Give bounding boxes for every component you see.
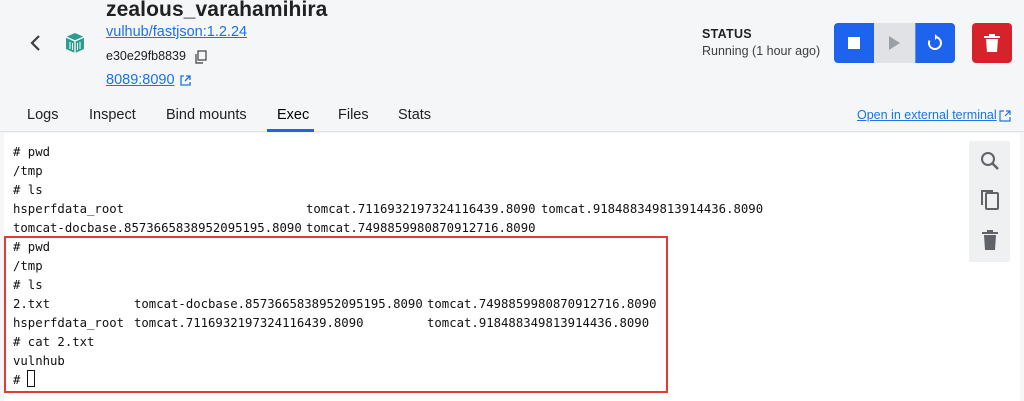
search-icon [981,152,999,170]
trash-icon [984,34,1000,52]
trash-icon [982,230,998,250]
back-button[interactable] [24,30,46,56]
container-id: e30e29fb8839 [106,49,186,63]
external-link-icon[interactable] [179,74,192,87]
status-value: Running (1 hour ago) [702,44,821,58]
delete-button[interactable] [972,23,1012,63]
restart-button[interactable] [914,23,955,63]
copy-output-button[interactable] [979,189,1001,211]
tab-files[interactable]: Files [338,107,369,123]
terminal-line: /tmp [13,164,43,178]
copy-icon[interactable] [194,50,208,64]
container-name: zealous_varahamihira [106,0,328,21]
stop-button[interactable] [834,23,875,63]
tab-bind-mounts[interactable]: Bind mounts [166,107,247,123]
tab-logs[interactable]: Logs [27,107,58,123]
search-button[interactable] [979,150,1001,172]
status-label: STATUS [702,27,752,41]
image-link[interactable]: vulhub/fastjson:1.2.24 [106,24,247,40]
play-icon [889,36,901,50]
terminal-ls-entry: tomcat.7116932197324116439.8090 [306,202,536,216]
tab-inspect[interactable]: Inspect [89,107,136,123]
annotation-highlight-box [4,236,668,393]
container-header: zealous_varahamihira vulhub/fastjson:1.2… [0,0,1024,96]
tab-exec[interactable]: Exec [277,107,309,123]
terminal-ls-entry: hsperfdata_root [13,202,125,216]
active-tab-indicator [267,129,314,132]
stop-icon [848,37,861,49]
tab-stats[interactable]: Stats [398,107,431,123]
terminal-line: # pwd [13,145,51,159]
port-link[interactable]: 8089:8090 [106,72,175,88]
container-controls [834,23,955,63]
terminal-toolbar [969,141,1010,262]
external-link-icon[interactable] [999,110,1011,122]
terminal-line: # ls [13,183,43,197]
restart-icon [928,34,943,50]
container-icon [65,33,85,53]
start-button[interactable] [874,23,915,63]
clear-terminal-button[interactable] [979,229,1001,251]
chevron-left-icon [30,35,40,51]
terminal-ls-entry: tomcat.918488349813914436.8090 [541,202,764,216]
copy-icon [981,190,999,210]
open-external-terminal-link[interactable]: Open in external terminal [857,108,997,122]
